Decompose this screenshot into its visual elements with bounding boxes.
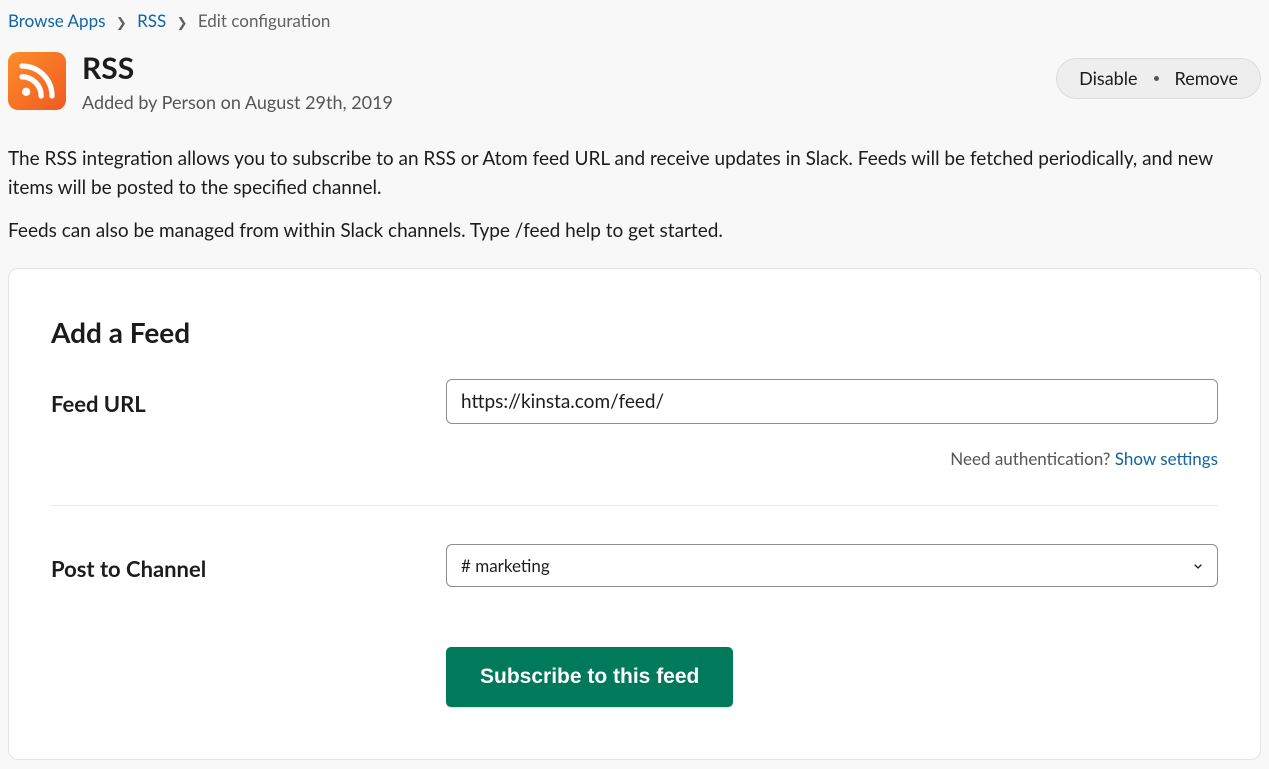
page-title: RSS — [82, 52, 1040, 85]
header-actions: Disable Remove — [1056, 58, 1261, 99]
feed-url-input[interactable] — [446, 379, 1218, 424]
divider — [51, 505, 1218, 506]
post-to-channel-row: Post to Channel # marketing — [51, 544, 1218, 587]
post-to-channel-label: Post to Channel — [51, 544, 426, 585]
auth-hint: Need authentication? Show settings — [446, 446, 1218, 472]
add-feed-card: Add a Feed Feed URL Need authentication?… — [8, 268, 1261, 761]
page-header: RSS Added by Person on August 29th, 2019… — [8, 52, 1261, 116]
breadcrumb: Browse Apps ❯ RSS ❯ Edit configuration — [8, 8, 1261, 34]
description: The RSS integration allows you to subscr… — [8, 144, 1261, 246]
feed-url-row: Feed URL Need authentication? Show setti… — [51, 379, 1218, 472]
channel-select[interactable]: # marketing — [446, 544, 1218, 587]
added-by-text: Added by Person on August 29th, 2019 — [82, 89, 1040, 116]
disable-button[interactable]: Disable — [1079, 65, 1137, 92]
separator-dot — [1154, 76, 1159, 81]
remove-button[interactable]: Remove — [1175, 65, 1239, 92]
description-paragraph: Feeds can also be managed from within Sl… — [8, 216, 1261, 245]
chevron-right-icon: ❯ — [177, 14, 188, 30]
description-paragraph: The RSS integration allows you to subscr… — [8, 144, 1261, 203]
breadcrumb-link-rss[interactable]: RSS — [137, 10, 166, 31]
breadcrumb-link-browse-apps[interactable]: Browse Apps — [8, 10, 105, 31]
add-feed-heading: Add a Feed — [51, 311, 1218, 353]
rss-app-icon — [8, 52, 66, 110]
show-settings-link[interactable]: Show settings — [1115, 448, 1218, 469]
chevron-right-icon: ❯ — [116, 14, 127, 30]
feed-url-label: Feed URL — [51, 379, 426, 420]
subscribe-button[interactable]: Subscribe to this feed — [446, 647, 733, 707]
auth-hint-text: Need authentication? — [950, 448, 1115, 469]
breadcrumb-current: Edit configuration — [198, 10, 331, 31]
